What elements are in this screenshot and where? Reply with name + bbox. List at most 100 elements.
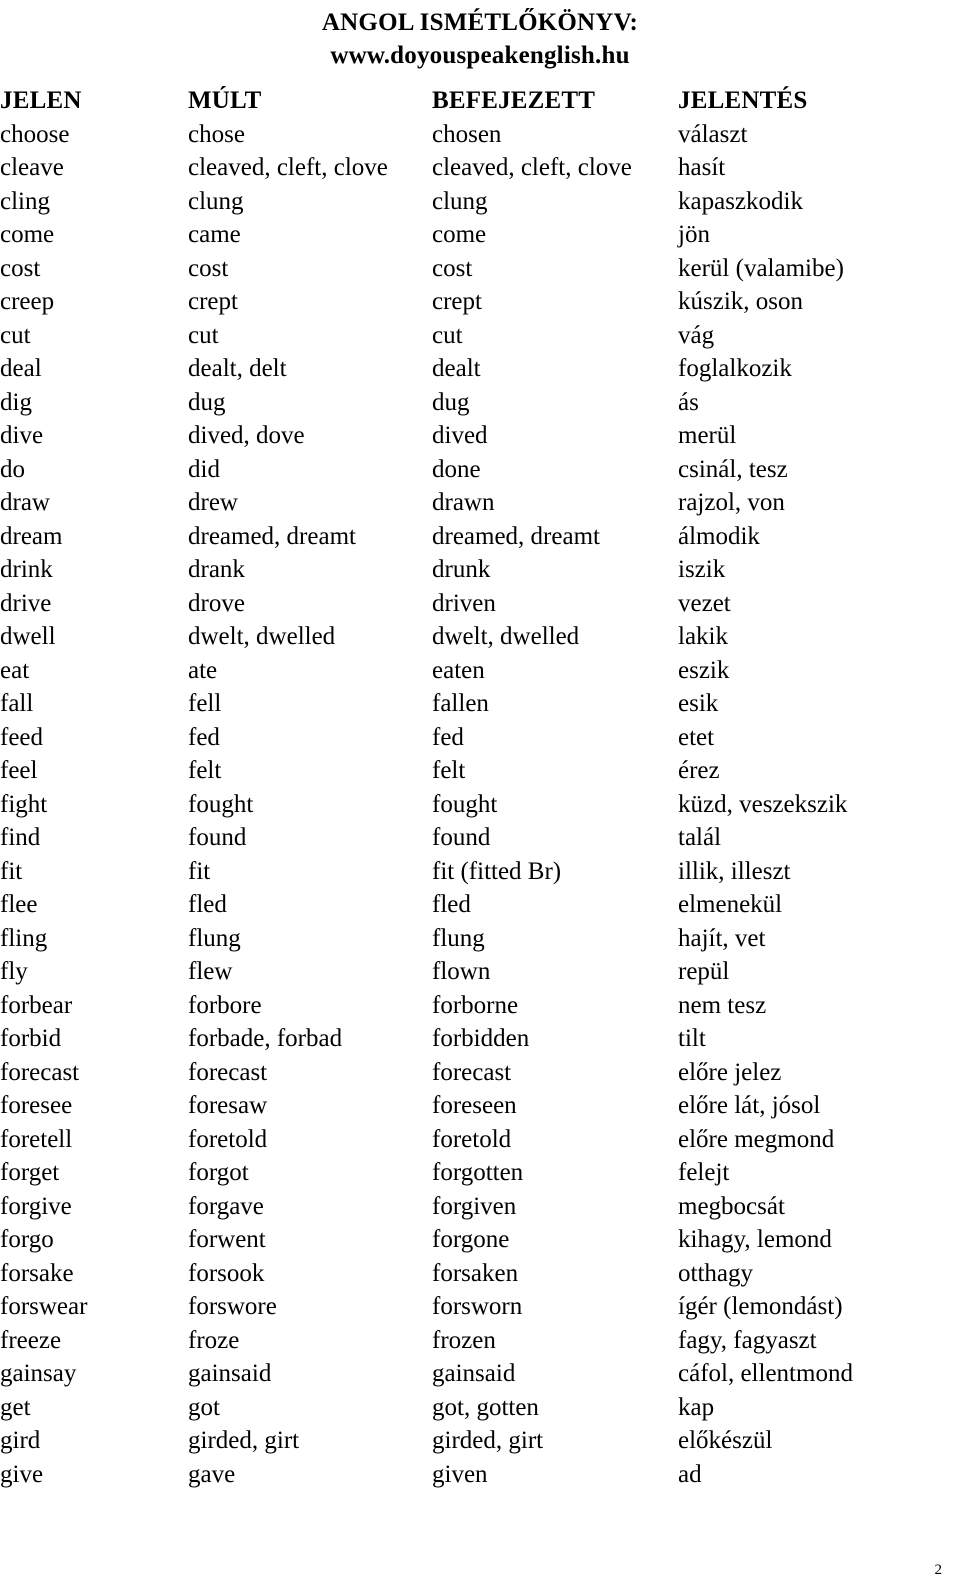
table-row: forbid forbade, forbad forbidden tilt xyxy=(0,1022,960,1056)
table-cell: foresee xyxy=(0,1092,73,1119)
table-cell: forgiven xyxy=(432,1192,517,1220)
document-page: ANGOL ISMÉTLŐKÖNYV: www.doyouspeakenglis… xyxy=(0,0,960,1580)
table-cell: forsook xyxy=(188,1259,265,1287)
table-header-row: JELEN MÚLT BEFEJEZETT JELENTÉS xyxy=(0,84,960,118)
table-cell: crept xyxy=(188,288,238,315)
table-cell: come xyxy=(0,221,55,248)
table-row: forbear forbore forborne nem tesz xyxy=(0,989,960,1023)
table-cell: hajít, vet xyxy=(678,924,766,952)
table-row: drink drank drunk iszik xyxy=(0,553,960,587)
table-cell: fit xyxy=(0,857,23,885)
table-cell: dive xyxy=(0,422,44,449)
table-cell: forbear xyxy=(0,991,73,1019)
table-cell: repül xyxy=(678,958,730,985)
table-cell: gird xyxy=(0,1427,41,1454)
table-cell: given xyxy=(432,1460,488,1488)
table-cell: foglalkozik xyxy=(678,355,792,382)
table-cell: felejt xyxy=(678,1159,730,1186)
table-row: cost cost cost kerül (valamibe) xyxy=(0,252,960,286)
column-header-present: JELEN xyxy=(0,87,82,114)
table-cell: fight xyxy=(0,790,48,818)
table-cell: csinál, tesz xyxy=(678,455,788,483)
table-cell: rajzol, von xyxy=(678,489,785,516)
table-cell: felt xyxy=(432,757,466,784)
table-cell: forgotten xyxy=(432,1159,524,1186)
table-cell: fit xyxy=(188,857,211,885)
table-cell: forget xyxy=(0,1159,60,1186)
table-cell: dug xyxy=(188,388,226,416)
table-cell: foretold xyxy=(432,1125,512,1153)
table-cell: foretell xyxy=(0,1125,73,1153)
table-cell: clung xyxy=(188,187,244,215)
table-cell: flee xyxy=(0,891,38,918)
table-cell: done xyxy=(432,455,481,483)
table-cell: forgo xyxy=(0,1226,54,1253)
table-cell: cleave xyxy=(0,154,64,181)
table-cell: küzd, veszekszik xyxy=(678,790,848,818)
table-cell: dug xyxy=(432,388,470,416)
table-cell: választ xyxy=(678,120,748,148)
table-row: drive drove driven vezet xyxy=(0,587,960,621)
table-cell: vág xyxy=(678,321,715,349)
table-row: cut cut cut vág xyxy=(0,319,960,353)
table-row: eat ate eaten eszik xyxy=(0,654,960,688)
table-cell: cost xyxy=(188,254,229,282)
table-cell: forgive xyxy=(0,1192,72,1220)
document-title-line-2: www.doyouspeakenglish.hu xyxy=(330,42,630,69)
table-row: deal dealt, delt dealt foglalkozik xyxy=(0,352,960,386)
table-cell: cleaved, cleft, clove xyxy=(432,154,632,181)
table-cell: előkészül xyxy=(678,1427,773,1454)
table-cell: merül xyxy=(678,422,737,449)
table-row: give gave given ad xyxy=(0,1458,960,1492)
table-cell: fed xyxy=(188,723,220,751)
table-cell: talál xyxy=(678,824,722,851)
table-cell: előre lát, jósol xyxy=(678,1092,821,1119)
table-row: forgive forgave forgiven megbocsát xyxy=(0,1190,960,1224)
table-row: dive dived, dove dived merül xyxy=(0,419,960,453)
table-cell: cut xyxy=(188,321,219,349)
table-cell: foreseen xyxy=(432,1092,517,1119)
table-cell: frozen xyxy=(432,1326,496,1354)
table-row: cleave cleaved, cleft, clove cleaved, clef… xyxy=(0,151,960,185)
table-cell: creep xyxy=(0,288,55,315)
table-cell: gainsaid xyxy=(432,1360,516,1387)
table-cell: cut xyxy=(0,321,31,349)
table-cell: forgot xyxy=(188,1159,249,1186)
table-cell: dream xyxy=(0,522,63,550)
table-cell: esik xyxy=(678,690,719,717)
page-number: 2 xyxy=(934,1562,943,1578)
table-cell: forswear xyxy=(0,1293,88,1320)
table-cell: fought xyxy=(188,790,254,818)
column-header-past-participle: BEFEJEZETT xyxy=(432,87,596,114)
table-row: do did done csinál, tesz xyxy=(0,453,960,487)
column-header-meaning: JELENTÉS xyxy=(678,87,808,114)
document-title-line-1: ANGOL ISMÉTLŐKÖNYV: xyxy=(321,9,639,36)
table-cell: drunk xyxy=(432,556,491,583)
table-cell: fit (fitted Br) xyxy=(432,857,562,885)
table-row: forgo forwent forgone kihagy, lemond xyxy=(0,1223,960,1257)
table-cell: dwelt, dwelled xyxy=(432,623,580,650)
table-cell: forecast xyxy=(188,1058,268,1086)
table-cell: megbocsát xyxy=(678,1192,785,1220)
table-cell: felt xyxy=(188,757,222,784)
table-cell: ígér (lemondást) xyxy=(678,1293,843,1320)
table-cell: foretold xyxy=(188,1125,268,1153)
table-cell: dealt xyxy=(432,355,481,382)
table-cell: cost xyxy=(432,254,473,282)
table-cell: froze xyxy=(188,1326,240,1354)
table-row: feel felt felt érez xyxy=(0,754,960,788)
table-cell: vezet xyxy=(678,589,731,617)
table-row: fly flew flown repül xyxy=(0,955,960,989)
table-row: fling flung flung hajít, vet xyxy=(0,922,960,956)
table-cell: draw xyxy=(0,489,50,516)
table-cell: fled xyxy=(432,891,471,918)
table-cell: jön xyxy=(678,221,710,248)
table-cell: drink xyxy=(0,556,53,583)
table-cell: did xyxy=(188,455,220,483)
table-cell: dealt, delt xyxy=(188,355,287,382)
table-cell: flung xyxy=(188,924,241,952)
table-cell: forwent xyxy=(188,1226,266,1253)
table-cell: előre jelez xyxy=(678,1058,782,1086)
table-cell: érez xyxy=(678,757,720,784)
table-cell: driven xyxy=(432,589,496,617)
